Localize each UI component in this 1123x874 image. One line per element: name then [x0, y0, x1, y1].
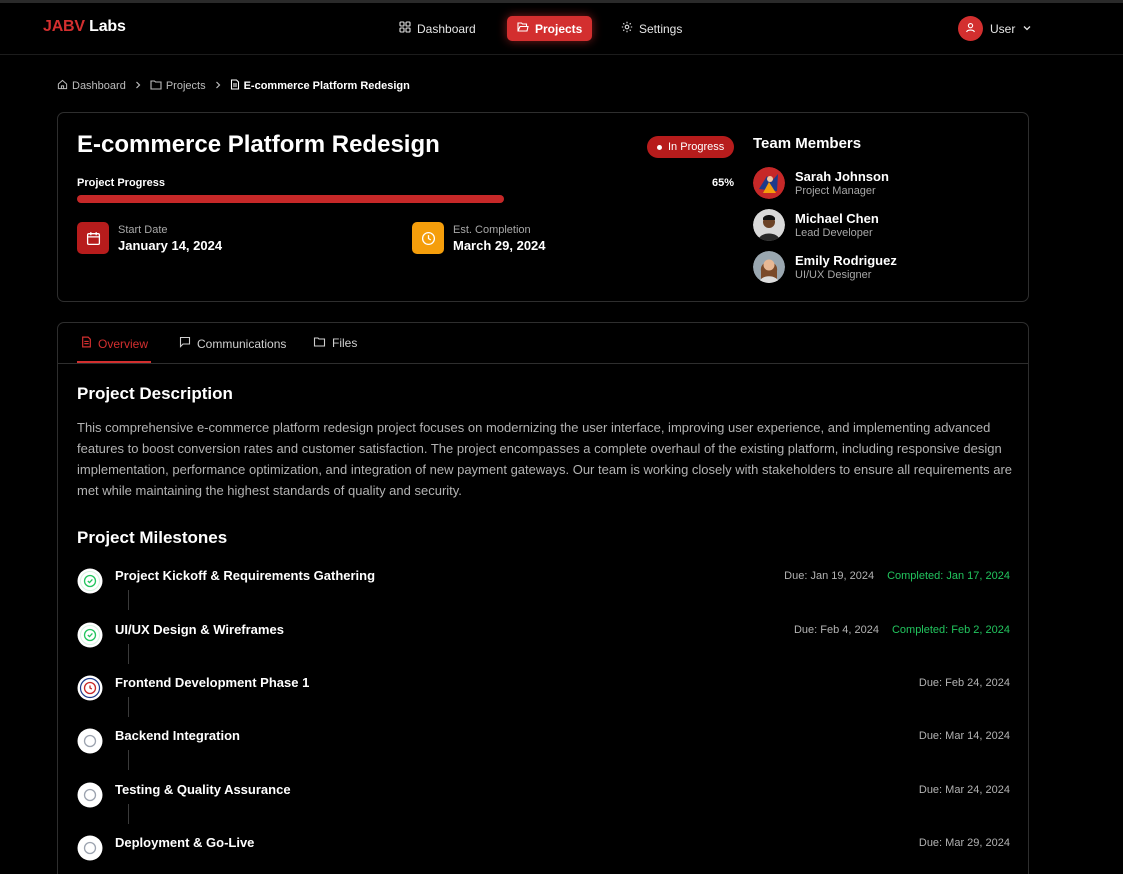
nav-dashboard-label: Dashboard — [417, 21, 476, 36]
clock-icon — [412, 222, 444, 254]
milestone-item: Project Kickoff & Requirements Gathering… — [77, 568, 1010, 610]
clock-icon — [77, 675, 103, 701]
grid-icon — [399, 21, 411, 36]
timeline-connector — [128, 590, 129, 610]
breadcrumb-current: E-commerce Platform Redesign — [230, 79, 410, 93]
avatar — [753, 209, 785, 241]
folder-icon — [313, 336, 326, 350]
completion-date-value: March 29, 2024 — [453, 238, 546, 253]
check-circle-icon — [77, 568, 103, 594]
start-date: Start Date January 14, 2024 — [77, 222, 222, 254]
completion-date: Est. Completion March 29, 2024 — [412, 222, 546, 254]
check-circle-icon — [77, 622, 103, 648]
circle-icon — [77, 728, 103, 754]
user-menu[interactable]: User — [958, 16, 1032, 41]
tab-files[interactable]: Files — [313, 336, 357, 350]
folder-icon — [150, 79, 162, 93]
file-text-icon — [81, 336, 92, 351]
timeline-connector — [128, 644, 129, 664]
timeline-connector — [128, 804, 129, 824]
circle-icon — [77, 835, 103, 861]
team-member[interactable]: Emily Rodriguez UI/UX Designer — [753, 251, 897, 283]
description-title: Project Description — [77, 384, 233, 403]
tab-overview[interactable]: Overview — [81, 336, 148, 351]
message-icon — [179, 336, 191, 351]
start-date-value: January 14, 2024 — [118, 238, 223, 253]
milestone-item: Deployment & Go-Live Due: Mar 29, 2024 — [77, 835, 1010, 865]
breadcrumb: Dashboard Projects E-commerce Platform R… — [57, 79, 410, 93]
progress-bar-fill — [77, 195, 505, 203]
milestone-item: Backend Integration Due: Mar 14, 2024 — [77, 728, 1010, 770]
chevron-right-icon — [213, 80, 223, 93]
chevron-right-icon — [133, 80, 143, 93]
avatar — [753, 251, 785, 283]
avatar — [753, 167, 785, 199]
timeline-connector — [128, 750, 129, 770]
tab-bar: Overview Communications Files — [58, 323, 1028, 364]
chevron-down-icon — [1022, 22, 1032, 36]
circle-icon — [77, 782, 103, 808]
breadcrumb-projects[interactable]: Projects — [150, 79, 206, 93]
milestone-item: Frontend Development Phase 1 Due: Feb 24… — [77, 675, 1010, 717]
user-label: User — [990, 21, 1016, 36]
gear-icon — [621, 21, 633, 36]
start-date-label: Start Date — [118, 224, 168, 236]
folder-open-icon — [517, 21, 529, 36]
nav-projects-label: Projects — [535, 21, 583, 36]
project-description: This comprehensive e-commerce platform r… — [77, 420, 1013, 498]
progress-percent: 65% — [712, 177, 735, 189]
nav-settings[interactable]: Settings — [611, 16, 692, 41]
file-icon — [230, 79, 240, 93]
status-dot-icon — [657, 144, 662, 150]
status-badge: In Progress — [647, 136, 735, 158]
milestone-item: UI/UX Design & Wireframes Due: Feb 4, 20… — [77, 622, 1010, 664]
nav-projects[interactable]: Projects — [507, 16, 593, 41]
calendar-icon — [77, 222, 109, 254]
progress-label: Project Progress — [77, 177, 166, 189]
top-navbar: JABV Labs Dashboard Projects Settings Us… — [0, 3, 1123, 55]
home-icon — [57, 79, 68, 93]
tab-communications[interactable]: Communications — [179, 336, 286, 351]
timeline-connector — [128, 697, 129, 717]
nav-settings-label: Settings — [639, 21, 683, 36]
user-icon — [965, 22, 976, 36]
project-details-panel: Overview Communications Files Project De… — [57, 322, 1029, 874]
project-title: E-commerce Platform Redesign — [77, 131, 440, 158]
completion-date-label: Est. Completion — [453, 224, 531, 236]
project-header-card: E-commerce Platform Redesign In Progress… — [57, 112, 1029, 302]
milestones-title: Project Milestones — [77, 528, 228, 547]
user-avatar — [958, 16, 983, 41]
brand-logo[interactable]: JABV Labs — [43, 18, 126, 36]
nav-dashboard[interactable]: Dashboard — [389, 16, 486, 41]
milestone-item: Testing & Quality Assurance Due: Mar 24,… — [77, 782, 1010, 824]
progress-bar — [77, 195, 734, 203]
team-member[interactable]: Michael Chen Lead Developer — [753, 209, 879, 241]
team-members-title: Team Members — [753, 135, 862, 152]
team-member[interactable]: Sarah Johnson Project Manager — [753, 167, 889, 199]
active-tab-indicator — [77, 361, 151, 363]
breadcrumb-dashboard[interactable]: Dashboard — [57, 79, 126, 93]
